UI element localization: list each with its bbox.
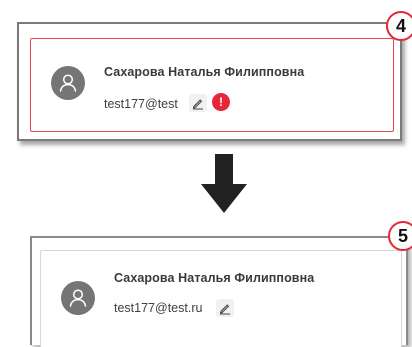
step-4-screenshot: Сахарова Наталья Филипповна test177@test…	[17, 22, 402, 141]
avatar	[61, 281, 95, 315]
arrow-down-icon	[201, 154, 247, 213]
step-number-badge: 4	[386, 11, 412, 41]
pencil-icon	[192, 99, 203, 110]
user-card-invalid: Сахарова Наталья Филипповна test177@test…	[30, 38, 394, 132]
user-icon	[69, 289, 87, 307]
error-icon: !	[212, 93, 230, 111]
user-name: Сахарова Наталья Филипповна	[114, 271, 315, 285]
avatar	[51, 66, 85, 100]
user-email: test177@test.ru	[114, 301, 203, 315]
step-number-badge: 5	[388, 221, 412, 251]
edit-email-button[interactable]	[216, 299, 234, 317]
user-card-valid: Сахарова Наталья Филипповна test177@test…	[40, 250, 402, 347]
pencil-icon	[219, 304, 230, 315]
user-email: test177@test	[104, 97, 178, 111]
step-5-screenshot: Сахарова Наталья Филипповна test177@test…	[30, 236, 408, 347]
user-icon	[59, 74, 77, 92]
edit-email-button[interactable]	[189, 94, 207, 112]
user-name: Сахарова Наталья Филипповна	[104, 65, 305, 79]
